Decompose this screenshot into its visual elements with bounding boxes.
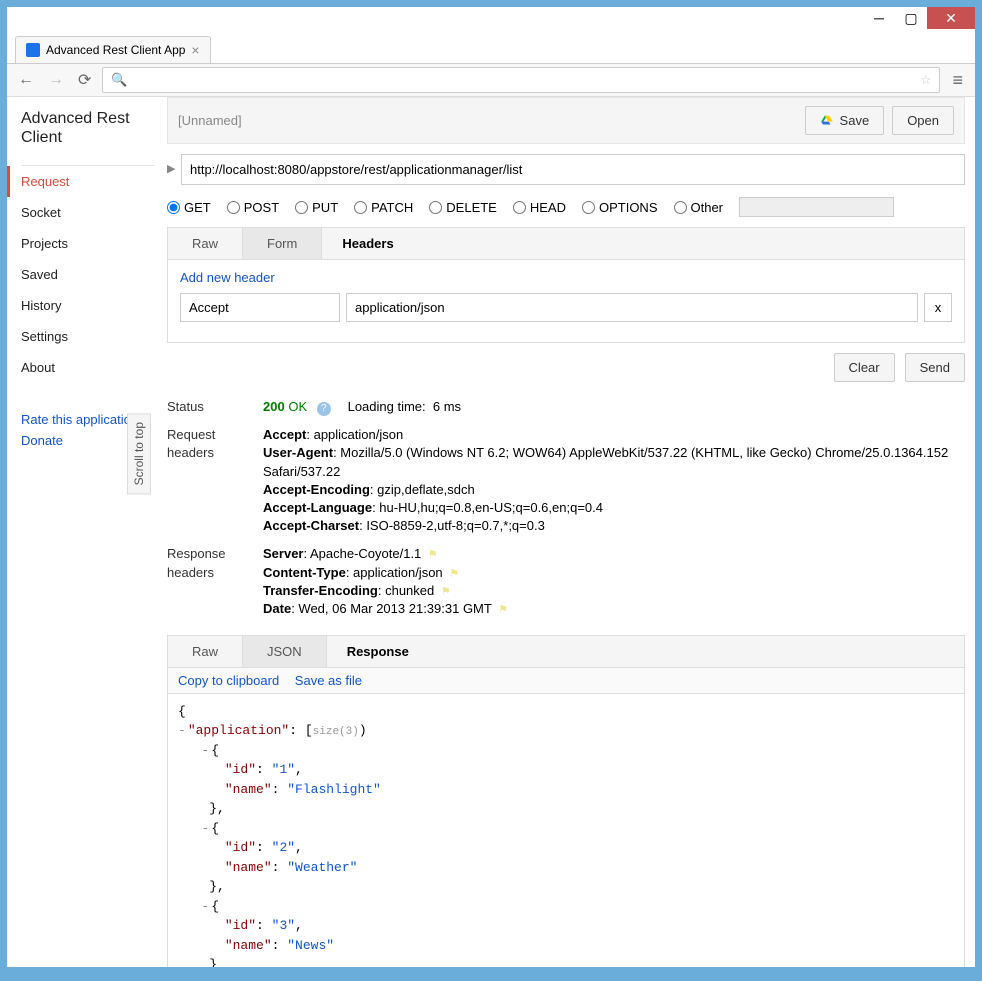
star-icon[interactable]: ☆: [920, 72, 932, 88]
remove-header-button[interactable]: x: [924, 293, 952, 322]
open-button[interactable]: Open: [892, 106, 954, 135]
request-headers-label: Request headers: [167, 426, 263, 535]
method-post[interactable]: POST: [227, 200, 279, 215]
search-icon: 🔍: [111, 72, 127, 88]
loading-time-value: 6 ms: [433, 399, 461, 414]
forward-icon[interactable]: →: [45, 71, 67, 89]
method-put[interactable]: PUT: [295, 200, 338, 215]
response-tab-json[interactable]: JSON: [243, 636, 327, 667]
request-headers-list: Accept: application/jsonUser-Agent: Mozi…: [263, 426, 965, 535]
method-get[interactable]: GET: [167, 200, 211, 215]
tab-form[interactable]: Form: [243, 228, 322, 259]
app-title: Advanced Rest Client: [21, 109, 155, 147]
tab-title: Advanced Rest Client App: [46, 43, 185, 57]
sidebar-item-about[interactable]: About: [21, 352, 155, 383]
method-options[interactable]: OPTIONS: [582, 200, 658, 215]
clear-button[interactable]: Clear: [834, 353, 895, 382]
request-topbar: [Unnamed] Save Open: [167, 97, 965, 144]
reload-icon[interactable]: ⟳: [75, 70, 94, 90]
menu-icon[interactable]: ≡: [948, 70, 967, 91]
save-button[interactable]: Save: [805, 106, 885, 135]
send-button[interactable]: Send: [905, 353, 965, 382]
header-row: x: [180, 293, 952, 322]
request-name[interactable]: [Unnamed]: [178, 113, 242, 128]
response-tab-raw[interactable]: Raw: [168, 636, 243, 667]
scroll-to-top-button[interactable]: Scroll to top: [127, 413, 151, 494]
tab-favicon: [26, 43, 40, 57]
copy-link[interactable]: Copy to clipboard: [178, 673, 279, 688]
address-bar[interactable]: 🔍 ☆: [102, 67, 940, 93]
header-name-input[interactable]: [180, 293, 340, 322]
header-value-input[interactable]: [346, 293, 918, 322]
save-file-link[interactable]: Save as file: [295, 673, 362, 688]
maximize-button[interactable]: ▢: [895, 7, 927, 29]
method-delete[interactable]: DELETE: [429, 200, 497, 215]
close-button[interactable]: ✕: [927, 7, 975, 29]
sidebar: Advanced Rest Client RequestSocketProjec…: [7, 97, 155, 967]
headers-label: Headers: [322, 236, 393, 251]
response-body[interactable]: {-"application": [size(3)) -{ "id": "1",…: [168, 694, 964, 967]
browser-tab[interactable]: Advanced Rest Client App ×: [15, 36, 211, 63]
tab-raw[interactable]: Raw: [168, 228, 243, 259]
method-head[interactable]: HEAD: [513, 200, 566, 215]
response-label: Response: [327, 644, 409, 659]
http-method-row: GET POST PUT PATCH DELETE HEAD OPTIONS Other: [167, 197, 965, 217]
tab-close-icon[interactable]: ×: [191, 42, 199, 58]
sidebar-item-socket[interactable]: Socket: [21, 197, 155, 228]
back-icon[interactable]: ←: [15, 71, 37, 89]
loading-time-label: Loading time:: [348, 399, 426, 414]
response-headers-label: Response headers: [167, 545, 263, 619]
other-method-input[interactable]: [739, 197, 894, 217]
status-label: Status: [167, 398, 263, 416]
sidebar-item-saved[interactable]: Saved: [21, 259, 155, 290]
response-headers-list: Server: Apache-Coyote/1.1 ⚑Content-Type:…: [263, 545, 965, 619]
help-icon[interactable]: ?: [317, 402, 331, 416]
browser-tabbar: Advanced Rest Client App ×: [7, 35, 975, 63]
url-input[interactable]: [181, 154, 965, 185]
browser-toolbar: ← → ⟳ 🔍 ☆ ≡: [7, 63, 975, 97]
sidebar-item-history[interactable]: History: [21, 290, 155, 321]
drive-icon: [820, 114, 834, 128]
headers-panel: Raw Form Headers Add new header x: [167, 227, 965, 343]
add-header-link[interactable]: Add new header: [180, 270, 952, 285]
method-patch[interactable]: PATCH: [354, 200, 413, 215]
sidebar-item-request[interactable]: Request: [7, 166, 155, 197]
status-code: 200 OK: [263, 399, 307, 414]
sidebar-item-projects[interactable]: Projects: [21, 228, 155, 259]
window-titlebar: ─ ▢ ✕: [7, 7, 975, 35]
response-panel: Raw JSON Response Copy to clipboard Save…: [167, 635, 965, 967]
url-toggle-icon[interactable]: ▶: [167, 154, 181, 185]
sidebar-item-settings[interactable]: Settings: [21, 321, 155, 352]
method-other[interactable]: Other: [674, 200, 724, 215]
minimize-button[interactable]: ─: [863, 7, 895, 29]
